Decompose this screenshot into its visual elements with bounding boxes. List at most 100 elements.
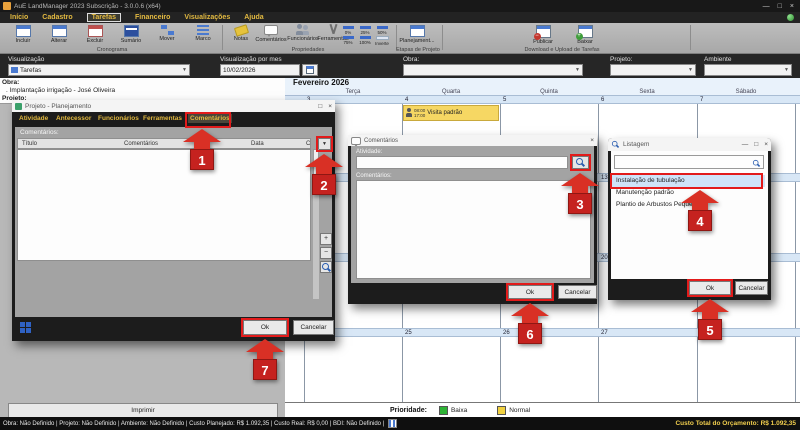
- menu-inicio[interactable]: Início: [10, 14, 28, 21]
- menu-bar: Início Cadastro Tarefas Financeiro Visua…: [0, 12, 800, 23]
- step-number: 4: [688, 210, 712, 231]
- day-number[interactable]: 26: [503, 330, 510, 336]
- cancelar-button[interactable]: Cancelar: [735, 281, 768, 295]
- tab-antecessor[interactable]: Antecessor: [56, 115, 91, 122]
- day-number[interactable]: 13: [601, 175, 608, 181]
- tab-atividade[interactable]: Atividade: [19, 115, 48, 122]
- ambiente-combo[interactable]: ▼: [704, 64, 792, 76]
- comments-table-body[interactable]: [17, 149, 311, 261]
- people-icon: [296, 24, 310, 35]
- maximize-button[interactable]: □: [318, 103, 322, 110]
- menu-cadastro[interactable]: Cadastro: [42, 14, 72, 21]
- progress-50-button[interactable]: 50%: [374, 26, 390, 35]
- ribbon-baixar-button[interactable]: Baixar: [566, 24, 604, 45]
- menu-financeiro[interactable]: Financeiro: [135, 14, 170, 21]
- progress-bar-icon: [376, 36, 389, 40]
- projeto-combo[interactable]: ▼: [610, 64, 696, 76]
- zoom-search-button[interactable]: [320, 261, 332, 273]
- comentarios-textarea[interactable]: [356, 180, 591, 279]
- search-input[interactable]: [614, 155, 764, 169]
- ribbon-excluir-button[interactable]: Excluir: [76, 24, 114, 44]
- highlight-box-search-button: [570, 154, 591, 171]
- maximize-button[interactable]: □: [778, 3, 782, 10]
- group-label-propriedades: Propriedades: [222, 47, 394, 53]
- highlight-box-ok-listagem: [687, 279, 733, 297]
- progress-bar-icon: [343, 36, 354, 39]
- imprimir-button[interactable]: Imprimir: [8, 403, 278, 418]
- close-button[interactable]: ×: [790, 3, 794, 10]
- date-field[interactable]: 10/02/2026: [220, 64, 300, 76]
- ribbon-incluir-button[interactable]: Incluir: [4, 24, 42, 44]
- calendar-picker-button[interactable]: [302, 64, 318, 76]
- minimize-button[interactable]: —: [742, 141, 749, 148]
- menu-ajuda[interactable]: Ajuda: [244, 14, 263, 21]
- annotation-arrow-7: 7: [246, 339, 284, 380]
- close-icon[interactable]: ×: [764, 141, 768, 148]
- ribbon-alterar-button[interactable]: Alterar: [40, 24, 78, 44]
- step-number: 5: [698, 319, 722, 340]
- ribbon-mover-button[interactable]: Mover: [148, 24, 186, 42]
- table-header-row: Título Comentários Data C: [17, 138, 311, 149]
- tab-ferramentas[interactable]: Ferramentas: [143, 115, 182, 122]
- priority-baixa-swatch: [439, 406, 448, 415]
- dialog-title-bar[interactable]: Comentários ×: [348, 135, 597, 146]
- chevron-down-icon: ▼: [182, 67, 187, 73]
- ribbon-planejamento-button[interactable]: Planejament...: [398, 24, 436, 44]
- zoom-in-button[interactable]: +: [320, 233, 332, 245]
- window-title: AuE LandManager 2023 Subscrição - 3.0.0.…: [14, 3, 161, 10]
- day-number[interactable]: 4: [405, 97, 408, 103]
- menu-tarefas[interactable]: Tarefas: [87, 13, 121, 22]
- obra-combo[interactable]: ▼: [403, 64, 583, 76]
- comment-bubble-icon: [351, 137, 361, 145]
- atividade-input[interactable]: [356, 156, 568, 169]
- day-number[interactable]: 20: [601, 255, 608, 261]
- day-number[interactable]: 25: [405, 330, 412, 336]
- progress-bar-icon: [343, 26, 354, 29]
- calendar-event[interactable]: 08:00 17:00 Visita padrão: [403, 105, 499, 121]
- progress-inverte-button[interactable]: Inverte: [374, 36, 390, 46]
- ribbon-sumario-button[interactable]: Sumário: [112, 24, 150, 44]
- zoom-out-button[interactable]: −: [320, 247, 332, 259]
- progress-75-button[interactable]: 75%: [340, 36, 356, 45]
- chevron-down-icon: ▼: [784, 67, 789, 73]
- dialog-projeto-planejamento: Projeto - Planejamento □ × Atividade Ant…: [12, 100, 335, 341]
- close-icon[interactable]: ×: [328, 103, 332, 110]
- status-total-cost: Custo Total do Orçamento: R$ 1.092,35: [675, 420, 800, 427]
- dialog-title-bar[interactable]: Listagem — □ ×: [608, 138, 771, 151]
- progress-25-button[interactable]: 25%: [357, 26, 373, 35]
- cancelar-button[interactable]: Cancelar: [293, 320, 334, 335]
- day-number[interactable]: 6: [601, 97, 604, 103]
- progress-0-button[interactable]: 0%: [340, 26, 356, 35]
- highlight-box-comentarios-tab: [185, 112, 231, 128]
- tag-icon: [233, 24, 248, 37]
- download-calendar-icon: [578, 25, 593, 38]
- cancelar-button[interactable]: Cancelar: [558, 285, 597, 299]
- column-c: C: [306, 141, 310, 147]
- visualizacao-combo[interactable]: Tarefas ▼: [8, 64, 190, 76]
- ribbon-marco-button[interactable]: Marco: [184, 24, 222, 42]
- dialog-title-bar[interactable]: Projeto - Planejamento □ ×: [12, 100, 335, 112]
- annotation-arrow-6: 6: [511, 303, 549, 344]
- progress-100-button[interactable]: 100%: [357, 36, 373, 45]
- maximize-button[interactable]: □: [754, 141, 758, 148]
- day-number[interactable]: 7: [700, 97, 703, 103]
- menu-visualizacoes[interactable]: Visualizações: [184, 14, 230, 21]
- visualizacao-label: Visualização: [8, 56, 44, 63]
- status-bar: Obra: Não Definido | Projeto: Não Defini…: [0, 417, 800, 430]
- arrow-head: [561, 173, 599, 186]
- search-icon: [753, 160, 760, 167]
- window-delete-icon: [88, 25, 103, 37]
- close-icon[interactable]: ×: [590, 137, 594, 144]
- ribbon-publicar-button[interactable]: Publicar: [524, 24, 562, 45]
- progress-bar-icon: [360, 36, 371, 39]
- day-number[interactable]: 5: [503, 97, 506, 103]
- tab-funcionarios[interactable]: Funcionários: [98, 115, 139, 122]
- grid-line: [598, 96, 599, 402]
- minimize-button[interactable]: —: [763, 3, 770, 10]
- grid-icon[interactable]: [20, 322, 25, 327]
- day-number[interactable]: 27: [601, 330, 608, 336]
- step-number: 2: [312, 174, 336, 195]
- view-icon: [11, 67, 18, 73]
- event-person-icon: [406, 108, 412, 118]
- app-window: AuE LandManager 2023 Subscrição - 3.0.0.…: [0, 0, 800, 430]
